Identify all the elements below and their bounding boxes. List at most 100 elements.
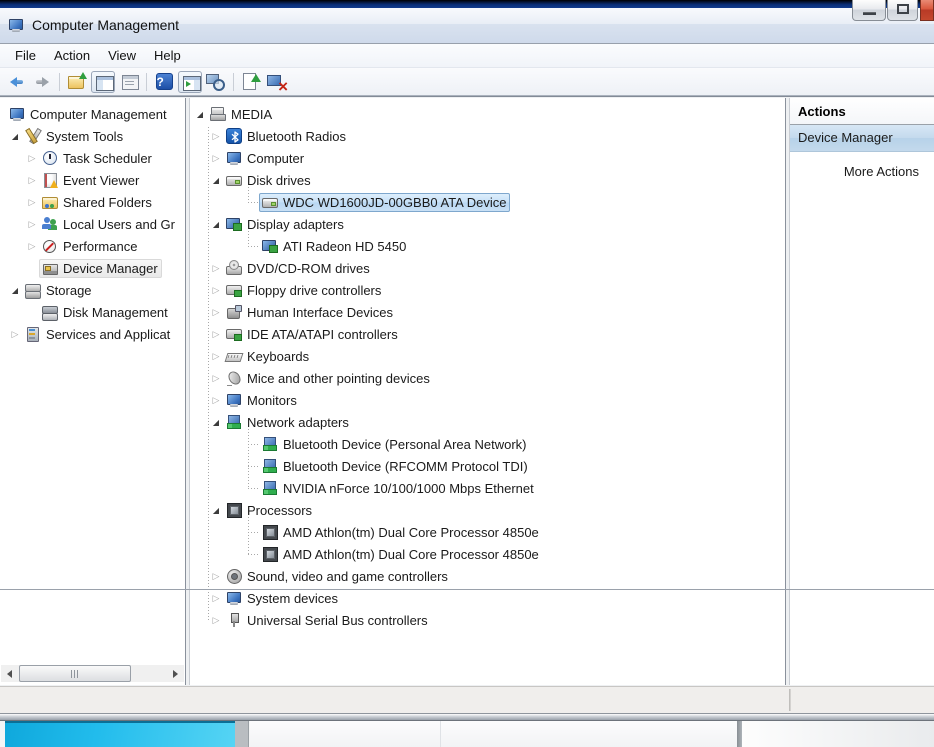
expand-arrow-icon[interactable] (25, 173, 39, 187)
actions-section-device-manager[interactable]: Device Manager (790, 125, 934, 152)
tree-item-network-adapters[interactable]: Network adapters (190, 411, 785, 433)
processor-icon (262, 546, 278, 562)
expand-arrow-icon[interactable] (25, 239, 39, 253)
tree-item-device-manager[interactable]: Device Manager (0, 257, 185, 279)
tree-item-computer[interactable]: Computer (190, 147, 785, 169)
expand-arrow-icon[interactable] (209, 261, 223, 275)
scrollbar-thumb[interactable] (19, 665, 131, 682)
tree-item-sound-controllers[interactable]: Sound, video and game controllers (190, 565, 785, 587)
expand-arrow-icon[interactable] (209, 591, 223, 605)
expand-arrow-icon[interactable] (8, 283, 22, 297)
forward-icon[interactable] (30, 71, 54, 93)
expand-arrow-icon[interactable] (193, 107, 207, 121)
expand-arrow-icon[interactable] (209, 349, 223, 363)
expand-arrow-icon[interactable] (209, 327, 223, 341)
tree-item-ide-controllers[interactable]: IDE ATA/ATAPI controllers (190, 323, 785, 345)
tree-item-services-applications[interactable]: Services and Applicat (0, 323, 185, 345)
close-button[interactable] (920, 0, 934, 21)
expand-arrow-icon[interactable] (209, 371, 223, 385)
show-console-tree-icon[interactable] (91, 70, 115, 93)
scroll-right-icon[interactable] (167, 665, 184, 682)
tree-item-usb-controllers[interactable]: Universal Serial Bus controllers (190, 609, 785, 631)
expand-arrow-icon[interactable] (209, 569, 223, 583)
tree-item-bt-rfcomm[interactable]: Bluetooth Device (RFCOMM Protocol TDI) (190, 455, 785, 477)
tree-item-event-viewer[interactable]: Event Viewer (0, 169, 185, 191)
device-manager-icon (42, 260, 58, 276)
tree-item-nvidia-ethernet[interactable]: NVIDIA nForce 10/100/1000 Mbps Ethernet (190, 477, 785, 499)
expand-arrow-icon[interactable] (8, 129, 22, 143)
expand-arrow-icon[interactable] (209, 393, 223, 407)
expand-arrow-icon[interactable] (25, 217, 39, 231)
tree-item-storage[interactable]: Storage (0, 279, 185, 301)
tree-item-processors[interactable]: Processors (190, 499, 785, 521)
more-actions-button[interactable]: More Actions (790, 160, 934, 184)
expand-arrow-icon[interactable] (209, 173, 223, 187)
system-tools-icon (25, 128, 41, 144)
minimize-button[interactable] (852, 0, 886, 21)
up-one-level-folder-icon[interactable] (65, 71, 89, 93)
tree-item-computer-management[interactable]: Computer Management (0, 103, 185, 125)
maximize-button[interactable] (887, 0, 918, 21)
help-icon[interactable] (155, 73, 173, 90)
tree-item-label: Local Users and Gr (63, 216, 175, 232)
expand-arrow-placeholder (245, 239, 259, 253)
menu-view[interactable]: View (99, 45, 145, 66)
tree-item-label: Bluetooth Radios (247, 128, 347, 144)
keyboard-icon (226, 348, 242, 364)
expand-arrow-icon[interactable] (209, 415, 223, 429)
tree-item-ati-radeon[interactable]: ATI Radeon HD 5450 (190, 235, 785, 257)
tree-item-amd-athlon-2[interactable]: AMD Athlon(tm) Dual Core Processor 4850e (190, 543, 785, 565)
menu-file[interactable]: File (6, 45, 45, 66)
tree-item-mice[interactable]: Mice and other pointing devices (190, 367, 785, 389)
expand-arrow-icon[interactable] (8, 327, 22, 341)
tree-item-local-users[interactable]: Local Users and Gr (0, 213, 185, 235)
expand-arrow-placeholder (245, 437, 259, 451)
tree-item-media-root[interactable]: MEDIA (190, 103, 785, 125)
tree-item-system-devices[interactable]: System devices (190, 587, 785, 609)
horizontal-scrollbar[interactable] (1, 665, 184, 682)
expand-arrow-icon[interactable] (209, 305, 223, 319)
tree-item-bluetooth-radios[interactable]: Bluetooth Radios (190, 125, 785, 147)
scan-for-hardware-changes-icon[interactable] (204, 71, 228, 93)
sound-icon (226, 568, 242, 584)
tree-item-monitors[interactable]: Monitors (190, 389, 785, 411)
tree-item-label: Floppy drive controllers (247, 282, 382, 298)
tree-item-label: Mice and other pointing devices (247, 370, 430, 386)
tree-item-amd-athlon-1[interactable]: AMD Athlon(tm) Dual Core Processor 4850e (190, 521, 785, 543)
tree-item-floppy-controllers[interactable]: Floppy drive controllers (190, 279, 785, 301)
back-icon[interactable] (4, 71, 28, 93)
expand-arrow-icon[interactable] (209, 503, 223, 517)
expand-arrow-icon[interactable] (25, 195, 39, 209)
expand-arrow-icon[interactable] (209, 283, 223, 297)
menu-help[interactable]: Help (145, 45, 190, 66)
scroll-left-icon[interactable] (1, 665, 18, 682)
export-list-icon[interactable] (117, 71, 141, 93)
tree-item-wdc-disk[interactable]: WDC WD1600JD-00GBB0 ATA Device (190, 191, 785, 213)
tree-item-disk-drives[interactable]: Disk drives (190, 169, 785, 191)
tree-item-hid[interactable]: Human Interface Devices (190, 301, 785, 323)
tree-item-task-scheduler[interactable]: Task Scheduler (0, 147, 185, 169)
tree-item-label: Performance (63, 238, 138, 254)
menu-action[interactable]: Action (45, 45, 99, 66)
tree-item-disk-management[interactable]: Disk Management (0, 301, 185, 323)
expand-arrow-icon[interactable] (209, 613, 223, 627)
tree-item-keyboards[interactable]: Keyboards (190, 345, 785, 367)
tree-item-bt-pan[interactable]: Bluetooth Device (Personal Area Network) (190, 433, 785, 455)
expand-arrow-icon[interactable] (25, 151, 39, 165)
expand-arrow-icon[interactable] (209, 151, 223, 165)
computer-root-icon (210, 106, 226, 122)
title-bar[interactable]: Computer Management (0, 8, 934, 44)
tree-item-system-tools[interactable]: System Tools (0, 125, 185, 147)
tree-item-dvd-drives[interactable]: DVD/CD-ROM drives (190, 257, 785, 279)
tree-item-display-adapters[interactable]: Display adapters (190, 213, 785, 235)
tree-item-performance[interactable]: Performance (0, 235, 185, 257)
uninstall-device-icon[interactable] (265, 71, 289, 97)
show-action-pane-icon[interactable] (178, 70, 202, 93)
expand-arrow-icon[interactable] (209, 217, 223, 231)
status-bar-separator (790, 689, 791, 711)
expand-arrow-icon[interactable] (209, 129, 223, 143)
update-driver-icon[interactable] (239, 71, 263, 93)
tree-item-shared-folders[interactable]: Shared Folders (0, 191, 185, 213)
tree-item-label: MEDIA (231, 106, 273, 122)
desktop-background (0, 721, 934, 747)
